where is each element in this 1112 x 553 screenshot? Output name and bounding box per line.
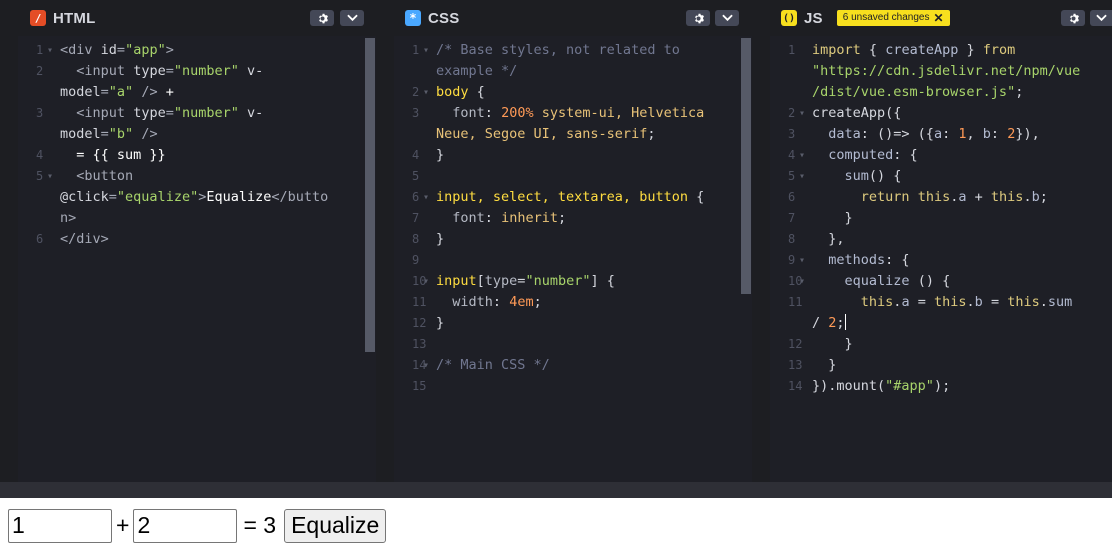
js-code-area[interactable]: 1234567891011121314 import { createApp }… [770,36,1112,482]
css-line-number: 14 [394,355,436,376]
html-line-number [18,208,60,229]
js-gutter: 1234567891011121314 [770,40,812,397]
js-line-number: 6 [788,190,796,204]
css-scrollbar[interactable] [741,38,751,294]
html-line-number [18,187,60,208]
code-editor: / HTML 123456 <div id="app"> <input type… [0,0,1112,498]
css-line-number: 8 [412,232,420,246]
js-line-number: 11 [788,295,803,309]
css-line-number: 15 [412,379,427,393]
html-line-number [18,124,60,145]
css-line-number: 11 [412,295,427,309]
gear-icon [1069,13,1079,23]
css-pane-header: * CSS [394,0,752,36]
html-line-number: 2 [36,64,44,78]
css-code[interactable]: /* Base styles, not related to example *… [436,40,704,376]
sum-text: = 3 [243,512,277,538]
css-gutter: 123456789101112131415 [394,40,436,397]
result-resize-bar[interactable] [0,482,1112,498]
css-line-number: 7 [412,211,420,225]
js-settings-button[interactable] [1061,10,1085,26]
plus-sign: + [116,512,130,538]
js-line-number: 14 [788,379,803,393]
chevron-down-icon [721,14,733,22]
gear-icon [694,13,704,23]
css-icon: * [405,10,421,26]
html-code[interactable]: <div id="app"> <input type="number" v- m… [60,40,328,250]
chevron-down-icon [346,14,358,22]
equalize-button[interactable]: Equalize [284,508,387,543]
js-pane-title-text: JS [804,9,823,27]
pane-resizer-middle[interactable] [376,0,394,482]
js-line-number [770,82,812,103]
js-line-number: 3 [788,127,796,141]
js-line-number: 12 [788,337,803,351]
number-input-a[interactable] [8,508,112,543]
css-line-number: 6 [394,187,436,208]
html-line-number [18,82,60,103]
html-pane-header: / HTML [18,0,376,36]
css-line-number: 3 [412,106,420,120]
js-line-number: 9 [770,250,812,271]
html-icon: / [30,10,46,26]
html-scrollbar[interactable] [365,38,375,352]
css-line-number: 5 [412,169,420,183]
css-line-number: 1 [394,40,436,61]
html-gutter: 1 2 3 4 5 6 [18,40,60,250]
html-line-number: 6 [36,232,44,246]
js-line-number [770,61,812,82]
css-pane: * CSS 123456789101112131415 /* Base styl… [394,0,752,482]
css-line-number [394,61,436,82]
css-pane-title: * CSS [405,8,459,28]
js-pane-header: () JS 6 unsaved changes ✕ [770,0,1112,36]
html-line-number: 5 [18,166,60,187]
text-cursor [844,314,846,330]
js-collapse-button[interactable] [1090,10,1112,26]
js-line-number [770,313,812,334]
unsaved-changes-label: 6 unsaved changes [842,12,930,23]
css-line-number: 13 [412,337,427,351]
js-line-number: 5 [770,166,812,187]
js-line-number: 2 [770,103,812,124]
html-pane-title: / HTML [30,8,95,28]
css-line-number: 10 [394,271,436,292]
js-pane-title: () JS 6 unsaved changes ✕ [781,8,950,28]
js-code[interactable]: import { createApp } from "https://cdn.j… [812,40,1080,397]
css-line-number: 12 [412,316,427,330]
html-settings-button[interactable] [310,10,334,26]
css-line-number: 9 [412,253,420,267]
pane-resizer-left[interactable] [0,0,18,482]
js-line-number: 1 [788,43,796,57]
chevron-down-icon [1095,14,1107,22]
js-pane: () JS 6 unsaved changes ✕ 12345678910111… [770,0,1112,482]
css-settings-button[interactable] [686,10,710,26]
html-pane-title-text: HTML [53,9,96,27]
html-line-number: 3 [36,106,44,120]
unsaved-changes-badge[interactable]: 6 unsaved changes ✕ [836,10,950,26]
close-icon[interactable]: ✕ [933,10,943,26]
html-code-area[interactable]: 1 2 3 4 5 6 <div id="app"> <input type="numbe… [18,36,376,482]
css-line-number: 2 [394,82,436,103]
result-preview: + = 3 Equalize [0,498,1112,553]
html-line-number: 1 [18,40,60,61]
html-line-number: 4 [36,148,44,162]
number-input-b[interactable] [133,508,238,543]
js-line-number: 4 [770,145,812,166]
js-line-number: 8 [788,232,796,246]
css-line-number: 4 [412,148,420,162]
js-line-number: 13 [788,358,803,372]
css-code-area[interactable]: 123456789101112131415 /* Base styles, no… [394,36,752,482]
css-line-number [394,124,436,145]
css-pane-title-text: CSS [428,9,460,27]
html-pane: / HTML 1 2 3 4 5 6 <div id="app"> <input type… [18,0,376,482]
css-collapse-button[interactable] [715,10,739,26]
gear-icon [318,13,328,23]
pane-resizer-right[interactable] [752,0,770,482]
js-line-number: 7 [788,211,796,225]
html-collapse-button[interactable] [340,10,364,26]
js-line-number: 10 [770,271,812,292]
js-icon: () [781,10,797,26]
